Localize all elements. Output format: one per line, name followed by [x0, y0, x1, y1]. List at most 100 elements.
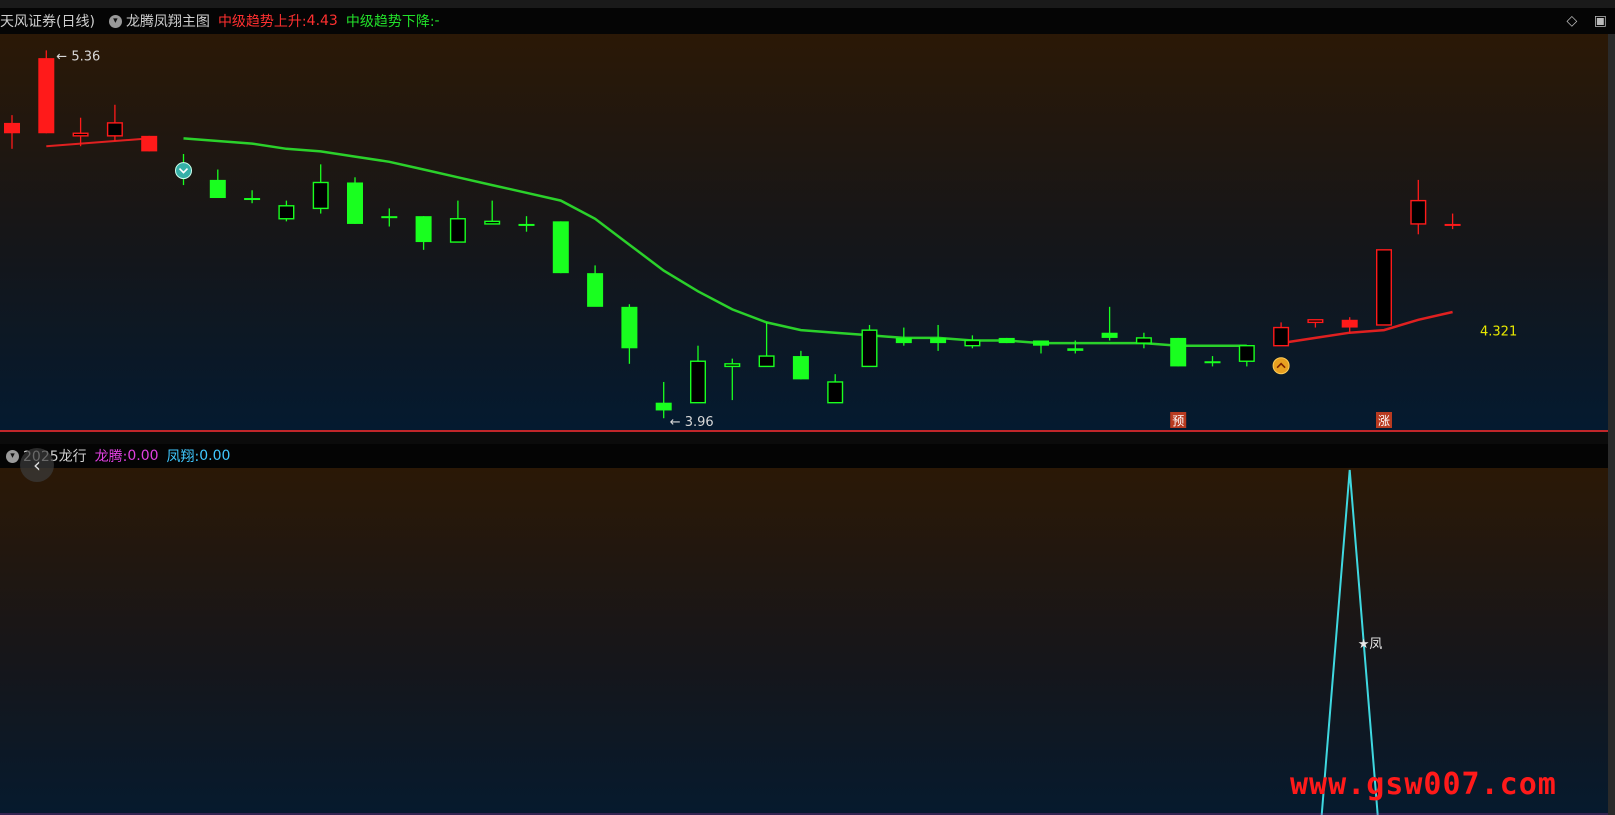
candle-4 [141, 135, 158, 152]
ma-line-red-right [1280, 310, 1453, 345]
candle-29 [998, 337, 1015, 344]
badge-yu: 预 [1170, 412, 1187, 428]
candle-0 [4, 115, 20, 149]
candle-21 [724, 358, 741, 401]
main-chart-panel[interactable]: ← 5.36 ← 3.96 4.321 预 涨 [0, 34, 1615, 430]
indicator-dropdown-icon[interactable]: ▾ [108, 14, 122, 28]
candlestick-chart[interactable]: ← 5.36 ← 3.96 4.321 预 涨 [0, 34, 1608, 430]
candle-body [1204, 361, 1221, 364]
candle-body [518, 223, 535, 226]
candle-20 [690, 345, 707, 404]
stock-title[interactable]: 天风证券(日线) [0, 11, 95, 31]
candle-39 [1341, 317, 1358, 333]
candle-body [1033, 340, 1049, 346]
candle-body [552, 221, 569, 274]
diamond-icon[interactable]: ◇ [1567, 13, 1578, 29]
candle-8 [278, 200, 295, 222]
trend-up-label: 中级趋势上升: [217, 14, 307, 30]
candle-11 [381, 208, 398, 227]
trend-down-value: - [434, 13, 440, 29]
candle-body [1341, 319, 1358, 328]
candle-6 [209, 169, 226, 199]
candle-body [1135, 337, 1152, 344]
candle-body [244, 198, 261, 201]
candle-body [724, 363, 741, 368]
candle-27 [930, 324, 947, 351]
candle-12 [415, 216, 432, 250]
candle-body [347, 182, 363, 224]
window-toggle-icon[interactable]: ▣ [1594, 13, 1607, 29]
candle-16 [552, 221, 569, 274]
candle-18 [621, 304, 638, 364]
fengxiang-label: 凤翔: [166, 449, 200, 465]
longteng-value: 0.00 [127, 448, 159, 464]
candle-body [758, 355, 775, 368]
candle-15 [518, 216, 535, 232]
candle-13 [449, 200, 466, 243]
sub-chart-panel[interactable]: ★凤 [0, 468, 1615, 815]
header-controls: ◇ ▣ [1567, 13, 1607, 29]
candle-42 [1444, 213, 1461, 230]
sub-chart-header: ▾ 2025龙行 龙腾: 0.00 凤翔: 0.00 [0, 444, 1615, 468]
candle-body [895, 337, 912, 344]
indicator-name[interactable]: 龙腾凤翔主图 [126, 11, 210, 31]
candle-body [106, 122, 123, 137]
candle-body [141, 135, 158, 152]
feng-star-label: ★凤 [1358, 637, 1383, 652]
candle-17 [587, 265, 604, 307]
candle-40 [1375, 249, 1392, 326]
candle-34 [1170, 337, 1187, 367]
badge-yu-text: 预 [1172, 414, 1184, 428]
candle-body [1238, 344, 1255, 362]
candle-35 [1204, 356, 1221, 367]
candle-body [792, 356, 809, 380]
candle-30 [1033, 340, 1049, 354]
candle-36 [1238, 344, 1255, 367]
right-scrollbar[interactable] [1608, 34, 1615, 815]
candle-body [4, 122, 20, 134]
watermark: www.gsw007.com [1290, 767, 1557, 802]
candle-24 [827, 374, 844, 404]
low-price-label: ← 3.96 [670, 415, 714, 430]
candle-32 [1101, 306, 1118, 341]
candle-body [381, 216, 398, 219]
panel-divider[interactable] [0, 430, 1615, 432]
candle-body [1444, 223, 1461, 226]
sub-indicator-dropdown-icon[interactable]: ▾ [6, 449, 19, 463]
candle-body [930, 337, 947, 344]
candle-body [72, 132, 89, 137]
badge-zhang-text: 涨 [1378, 413, 1390, 428]
stock-chart-window: 天风证券(日线) ▾ 龙腾凤翔主图 中级趋势上升: 4.43 中级趋势下降: -… [0, 0, 1615, 815]
candle-body [998, 337, 1015, 344]
candle-body [964, 339, 981, 347]
ma-line-green [183, 137, 1247, 347]
candle-body [1170, 337, 1187, 367]
candle-28 [964, 335, 981, 349]
candle-7 [244, 190, 261, 204]
trend-down-label: 中级趋势下降: [345, 14, 435, 30]
candle-body [690, 360, 707, 404]
ma-line-red-left [46, 137, 150, 148]
indicator-chart[interactable]: ★凤 [0, 468, 1608, 815]
buy-signal-icon [1272, 357, 1290, 375]
candle-body [1307, 319, 1324, 324]
sell-signal-icon [175, 162, 192, 180]
main-chart-header: 天风证券(日线) ▾ 龙腾凤翔主图 中级趋势上升: 4.43 中级趋势下降: -… [0, 8, 1615, 34]
badge-zhang: 涨 [1376, 412, 1392, 428]
trend-up-value: 4.43 [306, 13, 338, 29]
candle-body [312, 181, 329, 210]
candle-2 [72, 117, 89, 147]
candle-23 [792, 350, 809, 380]
candle-body [484, 220, 501, 225]
candle-41 [1410, 179, 1427, 235]
candle-10 [347, 177, 363, 224]
candle-14 [484, 200, 501, 225]
candle-body [621, 306, 638, 349]
candle-body [655, 402, 672, 411]
back-icon[interactable]: ‹ [20, 448, 54, 482]
high-price-label: ← 5.36 [56, 50, 100, 65]
candle-body [827, 381, 844, 404]
candle-37 [1273, 322, 1290, 347]
candle-body [587, 273, 604, 307]
candle-body [1101, 332, 1118, 338]
